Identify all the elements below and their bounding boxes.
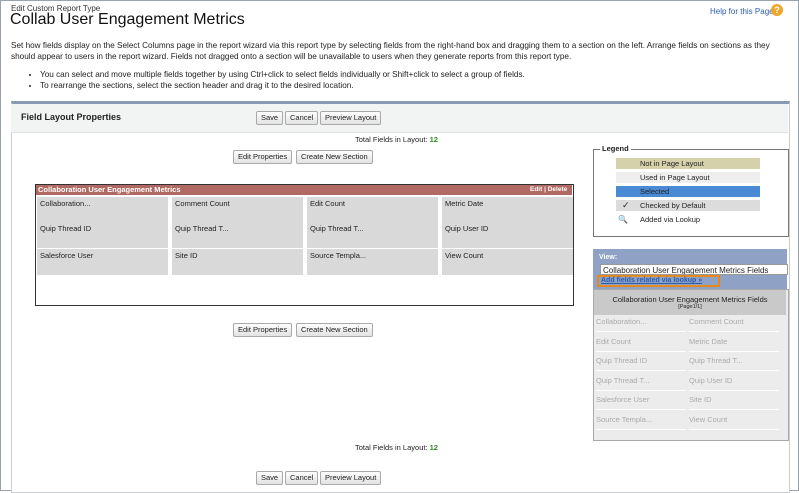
available-fields-page: [Page1/1]	[678, 304, 702, 310]
create-new-section-button-bottom[interactable]: Create New Section	[296, 323, 373, 337]
intro-text: Set how fields display on the Select Col…	[11, 41, 770, 61]
section-edit-link[interactable]: Edit	[530, 186, 542, 193]
total-fields-label: Total Fields in Layout:	[355, 135, 428, 144]
layout-field[interactable]: Quip User ID	[442, 222, 573, 248]
available-field[interactable]: Comment Count	[689, 313, 779, 332]
preview-layout-button[interactable]: Preview Layout	[320, 111, 382, 125]
legend-label: Checked by Default	[640, 201, 706, 210]
help-icon[interactable]: ?	[771, 4, 783, 16]
layout-field[interactable]: Metric Date	[442, 197, 573, 223]
available-field[interactable]: Metric Date	[689, 333, 779, 352]
section-separator: |	[544, 186, 546, 193]
save-button-bottom[interactable]: Save	[256, 471, 284, 485]
layout-field[interactable]: Quip Thread T...	[172, 222, 303, 248]
section-delete-link[interactable]: Delete	[548, 186, 568, 193]
instructions-list: You can select and move multiple fields …	[28, 69, 525, 91]
page-title: Collab User Engagement Metrics	[10, 11, 245, 28]
available-field[interactable]: Salesforce User	[596, 391, 686, 410]
legend-label: Not in Page Layout	[640, 159, 704, 168]
magnifier-icon: 🔍	[618, 215, 628, 224]
available-field[interactable]: Quip Thread T...	[689, 352, 779, 371]
section-title: Collaboration User Engagement Metrics	[38, 185, 181, 194]
layout-field[interactable]: Quip Thread T...	[307, 222, 438, 248]
legend-added-via-lookup: 🔍 Added via Lookup	[616, 214, 760, 225]
layout-field[interactable]: Edit Count	[307, 197, 438, 223]
help-link[interactable]: Help for this Page	[710, 7, 774, 16]
legend-not-in-layout: Not in Page Layout	[616, 158, 760, 169]
cancel-button[interactable]: Cancel	[285, 111, 319, 125]
panel-header	[11, 104, 788, 133]
legend-title: Legend	[600, 144, 631, 153]
preview-layout-button-bottom[interactable]: Preview Layout	[320, 471, 382, 485]
layout-field[interactable]: Site ID	[172, 249, 303, 275]
total-fields-count: 12	[429, 443, 438, 452]
view-select[interactable]: Collaboration User Engagement Metrics Fi…	[600, 264, 788, 275]
available-fields-title: Collaboration User Engagement Metrics Fi…	[612, 295, 768, 304]
save-button[interactable]: Save	[256, 111, 284, 125]
layout-field[interactable]: Source Templa...	[307, 249, 438, 275]
instruction-item: You can select and move multiple fields …	[40, 69, 525, 80]
section-actions: Edit | Delete	[530, 185, 567, 195]
legend-used-in-layout: Used in Page Layout	[616, 172, 760, 183]
available-field[interactable]: Edit Count	[596, 333, 686, 352]
instruction-item: To rearrange the sections, select the se…	[40, 80, 525, 91]
legend-label: Selected	[640, 187, 670, 196]
edit-properties-button[interactable]: Edit Properties	[233, 150, 293, 164]
cancel-button-bottom[interactable]: Cancel	[285, 471, 319, 485]
add-lookup-fields-link[interactable]: Add fields related via lookup »	[597, 275, 720, 287]
available-field[interactable]: Collaboration...	[596, 313, 686, 332]
total-fields-top: Total Fields in Layout: 12	[355, 135, 438, 144]
layout-field[interactable]: Quip Thread ID	[37, 222, 168, 248]
available-field[interactable]: Quip Thread ID	[596, 352, 686, 371]
layout-field[interactable]: Comment Count	[172, 197, 303, 223]
layout-field[interactable]: Collaboration...	[37, 197, 168, 223]
legend-label: Added via Lookup	[640, 215, 701, 224]
available-field[interactable]: Quip Thread T...	[596, 372, 686, 391]
layout-field[interactable]: Salesforce User	[37, 249, 168, 275]
legend-checked-by-default: ✓ Checked by Default	[616, 200, 760, 211]
checkmark-icon: ✓	[622, 200, 630, 210]
view-label: View:	[599, 254, 618, 261]
legend-selected: Selected	[616, 186, 760, 197]
total-fields-label: Total Fields in Layout:	[355, 443, 428, 452]
edit-properties-button-bottom[interactable]: Edit Properties	[233, 323, 293, 337]
layout-field[interactable]: View Count	[442, 249, 573, 275]
available-field[interactable]: Site ID	[689, 391, 779, 410]
available-field[interactable]: View Count	[689, 411, 779, 430]
total-fields-bottom: Total Fields in Layout: 12	[355, 443, 438, 452]
available-field[interactable]: Source Templa...	[596, 411, 686, 430]
legend-label: Used in Page Layout	[640, 173, 710, 182]
available-field[interactable]: Quip User ID	[689, 372, 779, 391]
panel-title: Field Layout Properties	[21, 112, 122, 122]
create-new-section-button[interactable]: Create New Section	[296, 150, 373, 164]
total-fields-count: 12	[429, 135, 438, 144]
